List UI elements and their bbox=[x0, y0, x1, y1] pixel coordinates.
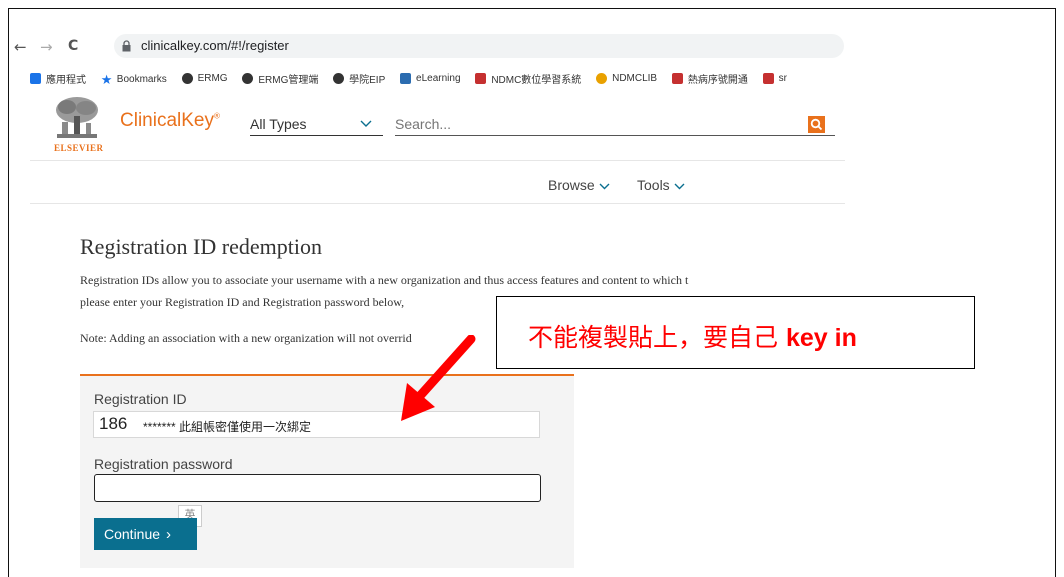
annotation-callout-text: 不能複製貼上，要自己 key in bbox=[528, 323, 857, 352]
note-paragraph: Note: Adding an association with a new o… bbox=[80, 331, 412, 345]
clinicalkey-logo[interactable]: ClinicalKey® bbox=[120, 110, 220, 132]
continue-label: Continue bbox=[104, 526, 161, 542]
search-input[interactable] bbox=[395, 116, 805, 132]
search-icon[interactable] bbox=[808, 116, 825, 133]
chevron-down-icon bbox=[674, 183, 685, 190]
forward-button[interactable]: → bbox=[40, 38, 53, 56]
bookmark-bookmarks[interactable]: ★ Bookmarks bbox=[101, 68, 167, 89]
red-bookmark-icon bbox=[762, 72, 774, 84]
intro-paragraph-line-2: please enter your Registration ID and Re… bbox=[80, 295, 405, 309]
globe-icon bbox=[242, 72, 254, 84]
apps-grid-icon bbox=[30, 72, 41, 84]
menu-divider bbox=[30, 203, 845, 204]
content-type-select[interactable]: All Types bbox=[250, 116, 307, 132]
select-underline bbox=[250, 135, 383, 136]
back-button[interactable]: ← bbox=[14, 38, 27, 56]
ndmc-icon bbox=[475, 72, 487, 84]
red-bookmark-icon bbox=[671, 72, 683, 84]
lock-icon bbox=[122, 40, 131, 52]
page-title: Registration ID redemption bbox=[80, 234, 322, 259]
tools-menu[interactable]: Tools bbox=[637, 177, 685, 193]
red-arrow-icon bbox=[401, 335, 476, 421]
bookmark-ermg[interactable]: ERMG bbox=[181, 67, 228, 89]
chevron-down-icon[interactable] bbox=[360, 120, 372, 128]
globe-icon bbox=[181, 72, 193, 84]
registration-password-input[interactable] bbox=[94, 474, 541, 502]
browse-menu[interactable]: Browse bbox=[548, 177, 610, 193]
registration-id-value[interactable]: 186 bbox=[99, 414, 127, 434]
globe-icon bbox=[333, 72, 345, 84]
continue-button[interactable]: Continue › bbox=[94, 518, 197, 550]
bookmark-sr[interactable]: sr bbox=[762, 67, 787, 89]
intro-paragraph-line-1: Registration IDs allow you to associate … bbox=[80, 273, 689, 287]
elsevier-tree-logo-icon[interactable] bbox=[53, 96, 101, 140]
reload-button[interactable]: C bbox=[68, 38, 78, 54]
bookmark-ermg-admin[interactable]: ERMG管理端 bbox=[242, 67, 318, 89]
elearning-icon bbox=[400, 72, 412, 84]
registration-id-annotation: ******* 此組帳密僅使用一次綁定 bbox=[143, 420, 312, 434]
url-text[interactable]: clinicalkey.com/#!/register bbox=[141, 38, 289, 53]
bookmarks-bar: 應用程式 ★ Bookmarks ERMG ERMG管理端 學院EIP eLear… bbox=[30, 67, 846, 89]
sun-icon bbox=[596, 72, 608, 84]
header-divider bbox=[30, 160, 845, 161]
star-icon: ★ bbox=[100, 71, 113, 87]
registration-password-label: Registration password bbox=[94, 456, 233, 472]
bookmark-apps[interactable]: 應用程式 bbox=[30, 67, 86, 89]
bookmark-ndmclib[interactable]: NDMCLIB bbox=[596, 67, 657, 89]
chevron-right-icon: › bbox=[166, 525, 172, 543]
chevron-down-icon bbox=[599, 183, 610, 190]
bookmark-eip[interactable]: 學院EIP bbox=[333, 67, 385, 89]
bookmark-elearning[interactable]: eLearning bbox=[400, 67, 461, 89]
registered-mark: ® bbox=[213, 111, 220, 121]
bookmark-ndmc[interactable]: NDMC數位學習系統 bbox=[475, 67, 581, 89]
registration-id-label: Registration ID bbox=[94, 391, 187, 407]
publisher-wordmark: ELSEVIER bbox=[54, 143, 104, 153]
bookmark-activation[interactable]: 熱病序號開通 bbox=[671, 67, 748, 89]
search-underline bbox=[395, 135, 835, 136]
